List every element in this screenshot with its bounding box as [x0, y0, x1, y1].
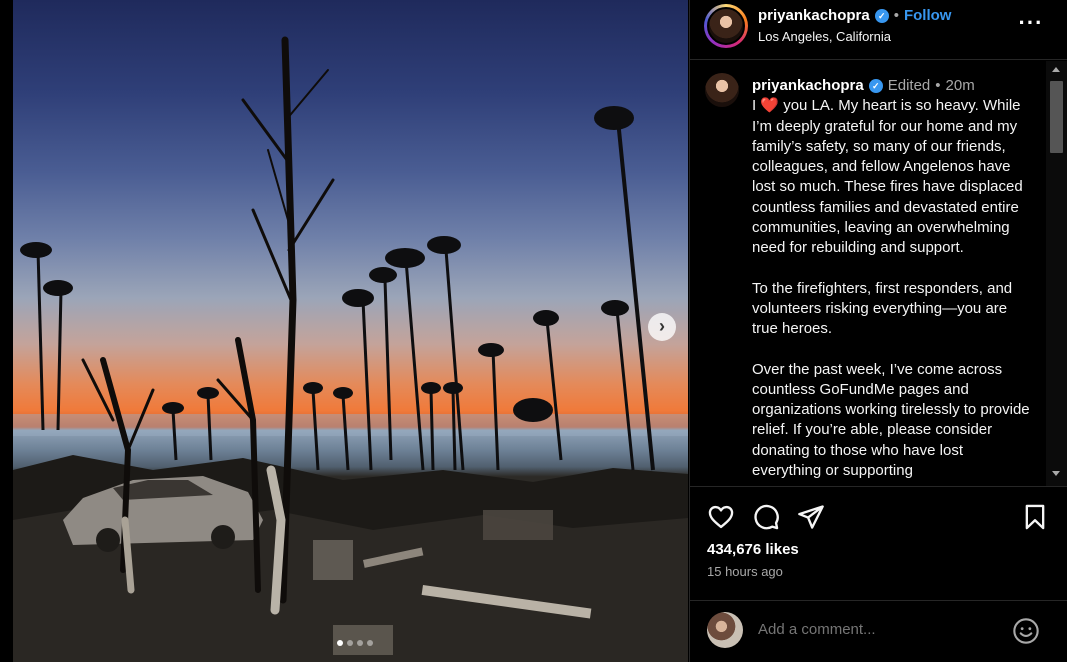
- verified-badge-icon: ✓: [868, 79, 883, 94]
- carousel-indicator: [337, 640, 373, 646]
- red-heart-emoji-icon: ❤️: [760, 97, 780, 115]
- caption-scrollbar[interactable]: [1046, 61, 1067, 486]
- post-header: priyankachopra ✓ • Follow Los Angeles, C…: [690, 0, 1067, 60]
- carousel-dot: [357, 640, 363, 646]
- carousel-next-button[interactable]: ›: [648, 313, 676, 341]
- photo-scene: [13, 36, 688, 662]
- instagram-post-modal: › priyankachopra ✓ • Follow Los Angeles,…: [0, 0, 1067, 662]
- current-user-avatar: [707, 612, 743, 648]
- caption-scroll-area[interactable]: priyankachopra ✓ Edited • 20m I ❤️ you L…: [690, 61, 1067, 486]
- caption-header: priyankachopra ✓ Edited • 20m: [752, 76, 1034, 96]
- carousel-dot: [337, 640, 343, 646]
- caption-paragraph: To the firefighters, first responders, a…: [752, 279, 1013, 338]
- caption-avatar[interactable]: [705, 73, 739, 107]
- caption: priyankachopra ✓ Edited • 20m I ❤️ you L…: [752, 76, 1034, 486]
- verified-badge-icon: ✓: [874, 8, 889, 23]
- avatar[interactable]: [707, 7, 745, 45]
- caption-paragraph: I ❤️ you LA. My heart is so heavy. While…: [752, 96, 1034, 258]
- caption-line-prefix: I: [752, 97, 757, 115]
- caption-time[interactable]: 20m: [946, 76, 975, 96]
- author-username[interactable]: priyankachopra: [758, 7, 870, 24]
- post-author: priyankachopra ✓ • Follow: [758, 7, 951, 24]
- caption-line-suffix: you LA. My heart is so heavy. While I’m …: [752, 97, 1023, 257]
- likes-count[interactable]: 434,676 likes: [707, 541, 799, 558]
- scrollbar-thumb[interactable]: [1050, 81, 1063, 153]
- share-icon[interactable]: [797, 503, 825, 531]
- post-sidebar: priyankachopra ✓ • Follow Los Angeles, C…: [689, 0, 1067, 662]
- more-options-icon[interactable]: ···: [1016, 10, 1046, 40]
- carousel-dot: [367, 640, 373, 646]
- post-timestamp[interactable]: 15 hours ago: [707, 564, 783, 579]
- heart-icon[interactable]: [707, 503, 735, 531]
- post-photo[interactable]: ›: [13, 0, 688, 662]
- comment-composer: [690, 600, 1067, 662]
- scroll-down-arrow-icon[interactable]: [1052, 471, 1060, 476]
- separator-dot: •: [893, 7, 899, 24]
- separator-dot: •: [935, 77, 941, 94]
- edited-label: Edited: [887, 77, 931, 94]
- follow-button[interactable]: Follow: [904, 7, 952, 24]
- caption-text: I ❤️ you LA. My heart is so heavy. While…: [752, 96, 1034, 481]
- comment-icon[interactable]: [752, 503, 780, 531]
- story-ring[interactable]: [704, 4, 748, 48]
- emoji-picker-icon[interactable]: [1012, 617, 1040, 645]
- post-location[interactable]: Los Angeles, California: [758, 29, 891, 44]
- caption-paragraph: Over the past week, I’ve come across cou…: [752, 360, 1030, 480]
- scroll-up-arrow-icon[interactable]: [1052, 67, 1060, 72]
- post-actions: 434,676 likes 15 hours ago: [690, 486, 1067, 590]
- carousel-dot: [347, 640, 353, 646]
- add-comment-input[interactable]: [758, 621, 998, 638]
- bookmark-icon[interactable]: [1021, 503, 1049, 531]
- caption-username[interactable]: priyankachopra: [752, 76, 864, 96]
